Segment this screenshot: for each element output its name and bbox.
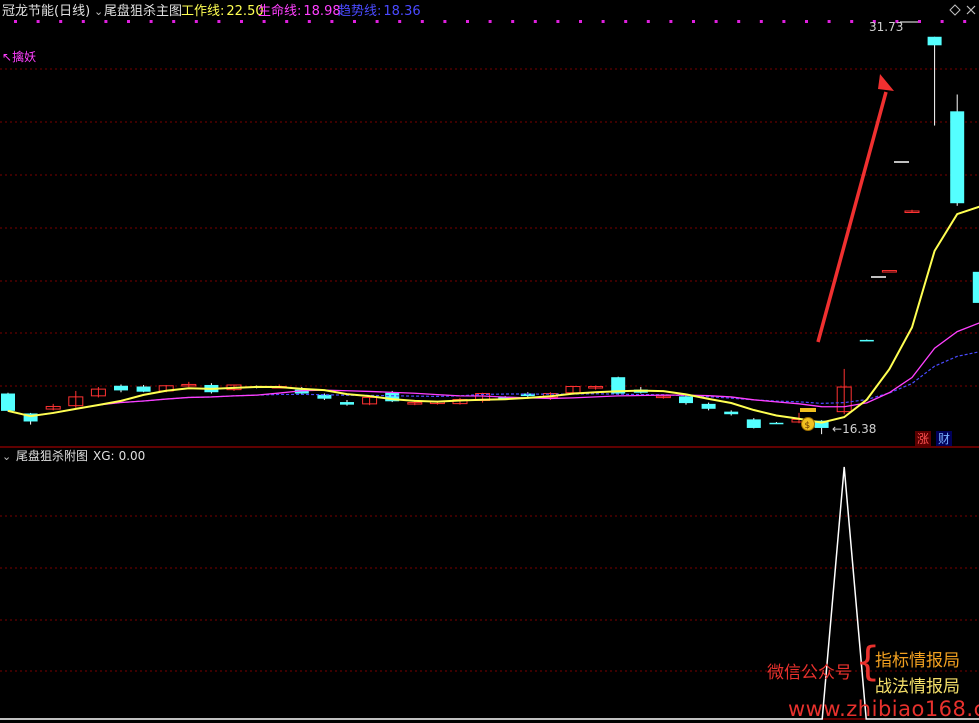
high-price-label: 31.73: [869, 20, 903, 34]
top-dot: [262, 20, 266, 23]
top-dot: [759, 20, 763, 23]
candle-body: [859, 339, 874, 342]
watermark-wechat: 微信公众号: [767, 663, 852, 683]
top-dot: [827, 20, 831, 23]
watermark-url: www.zhibiao168.com: [788, 697, 979, 721]
top-dot: [511, 20, 515, 23]
top-dot: [81, 20, 85, 23]
main-header: 冠龙节能(日线) ⌄ 尾盘狙杀主图 工作线: 22.50 生命线: 18.98 趋势…: [2, 3, 976, 19]
life-line-readout: 生命线: 18.98: [258, 3, 341, 19]
work-line-readout: 工作线: 22.50: [181, 4, 264, 19]
top-dot: [692, 20, 695, 23]
top-dot: [14, 20, 17, 23]
watermark-line2: 战法情报局: [875, 677, 960, 697]
top-dot: [59, 20, 63, 23]
top-dot: [940, 20, 944, 23]
life-line: [7, 322, 979, 417]
candle-body: [972, 271, 979, 303]
diamond-icon[interactable]: [949, 4, 961, 16]
top-dot: [850, 20, 854, 23]
top-dot: [36, 20, 40, 23]
top-dot: [353, 20, 356, 23]
indicator-name[interactable]: 尾盘狙杀主图: [104, 3, 182, 19]
top-dot: [466, 20, 469, 23]
close-icon[interactable]: [966, 5, 976, 15]
xg-readout: XG: 0.00: [93, 449, 145, 463]
top-dot: [556, 20, 560, 23]
candle-body: [679, 396, 693, 404]
top-dot: [330, 20, 334, 23]
candle-body: [340, 402, 354, 405]
candle-body: [881, 270, 897, 273]
candles: [1, 36, 979, 435]
svg-text:财: 财: [938, 432, 950, 446]
badge-cai[interactable]: 财: [936, 431, 952, 446]
top-dot: [963, 20, 967, 23]
annotations: [816, 21, 918, 343]
candle-body: [1, 393, 15, 411]
candle-body: [317, 394, 332, 399]
top-dot: [104, 20, 108, 23]
badge-zhang[interactable]: 涨: [915, 431, 931, 446]
top-dot: [669, 20, 673, 23]
top-dot: [443, 20, 447, 23]
indicator-lines: [7, 205, 979, 424]
sub-header: ⌄ 尾盘狙杀附图 XG: 0.00: [2, 448, 145, 463]
candle-body: [724, 411, 739, 415]
grid-lines: [0, 20, 979, 720]
svg-text:$: $: [805, 421, 811, 431]
top-dot: [285, 20, 289, 23]
top-dot: [646, 20, 650, 23]
low-price-label: ←16.38: [832, 422, 876, 436]
svg-text:涨: 涨: [917, 431, 929, 446]
top-dot: [194, 20, 198, 23]
candle-body: [746, 419, 761, 428]
top-dot: [375, 20, 379, 23]
candle-body: [769, 422, 784, 425]
top-dot: [420, 20, 424, 23]
watermark-line1: 指标情报局: [875, 651, 960, 671]
top-dot: [579, 20, 582, 23]
top-dot: [488, 20, 492, 23]
top-dot: [782, 20, 786, 23]
top-dot: [533, 20, 537, 23]
trend-arrow-head: [878, 74, 894, 91]
candle-body: [927, 36, 942, 46]
candle-body: [114, 385, 128, 391]
top-dot: [217, 20, 221, 23]
top-dot: [737, 20, 741, 23]
chevron-down-icon[interactable]: ⌄: [94, 5, 103, 18]
top-dot: [601, 20, 605, 23]
sub-title[interactable]: 尾盘狙杀附图: [16, 448, 88, 463]
top-dot: [918, 20, 921, 23]
top-dot: [805, 20, 808, 23]
top-dot: [240, 20, 243, 23]
top-dot: [398, 20, 402, 23]
work-line: [7, 205, 979, 424]
candle-body: [701, 403, 716, 409]
top-dot: [172, 20, 176, 23]
top-dot: [624, 20, 628, 23]
candle-body: [950, 111, 965, 204]
top-dot: [714, 20, 718, 23]
top-dot: [127, 20, 130, 23]
trend-arrow-shaft: [816, 91, 888, 343]
chart-stage: 冠龙节能(日线) ⌄ 尾盘狙杀主图 工作线: 22.50 生命线: 18.98 趋势…: [0, 3, 979, 720]
top-dot: [149, 20, 153, 23]
chevron-down-icon[interactable]: ⌄: [2, 450, 11, 463]
demon-marker: ↖擒妖: [2, 49, 36, 64]
candle-body: [136, 386, 151, 392]
stock-title[interactable]: 冠龙节能(日线): [2, 4, 90, 19]
trend-line-readout: 趋势线: 18.36: [338, 3, 421, 19]
top-dot: [307, 20, 311, 23]
